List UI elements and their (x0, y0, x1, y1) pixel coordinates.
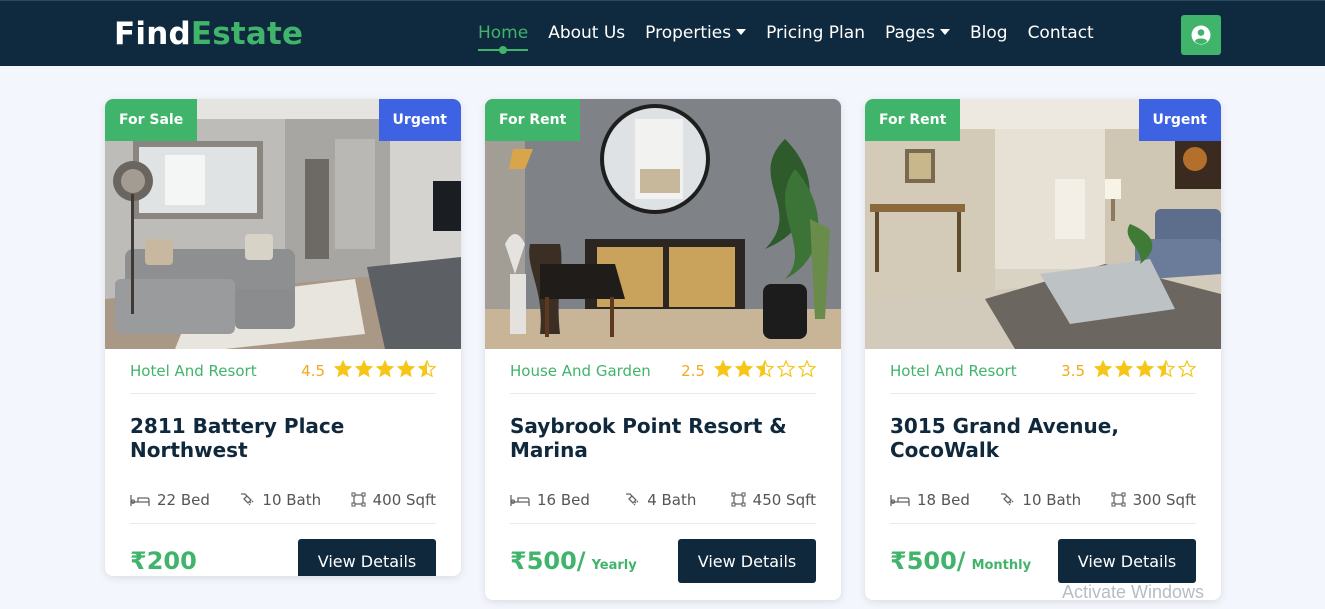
area-feature: 450 Sqft (731, 491, 816, 509)
nav-blog[interactable]: Blog (970, 23, 1008, 43)
star-rating-icons (711, 359, 817, 382)
bed-icon (130, 494, 150, 506)
status-badge: For Rent (865, 99, 961, 141)
area-icon (731, 492, 746, 507)
price: ₹200 (130, 547, 197, 575)
baths-feature: 10 Bath (999, 491, 1081, 509)
view-details-button[interactable]: View Details (1058, 539, 1196, 583)
caret-down-icon (736, 29, 747, 35)
half-star-icon (1156, 359, 1176, 378)
navbar: FindEstate Home About Us Properties Pric… (0, 0, 1325, 66)
empty-star-icon (1177, 359, 1197, 378)
area-icon (1111, 492, 1126, 507)
half-star-icon (417, 359, 437, 378)
area-icon (351, 492, 366, 507)
price: ₹500/Monthly (890, 547, 1032, 575)
empty-star-icon (776, 359, 796, 378)
empty-star-icon (797, 359, 817, 378)
brand-part1: Find (114, 16, 191, 52)
property-card: For Rent Urgent Hotel And Resort 3.5 301… (865, 99, 1221, 600)
full-star-icon (333, 359, 353, 378)
full-star-icon (734, 359, 754, 378)
full-star-icon (396, 359, 416, 378)
baths-feature: 10 Bath (239, 491, 321, 509)
nav-pages[interactable]: Pages (885, 23, 950, 43)
property-title[interactable]: 2811 Battery Place Northwest (130, 394, 436, 462)
shower-icon (1001, 492, 1014, 505)
nav-home[interactable]: Home (478, 23, 529, 54)
rating-value: 4.5 (301, 362, 325, 380)
nav-contact[interactable]: Contact (1028, 23, 1094, 43)
shower-icon (241, 492, 254, 505)
shower-icon (626, 492, 639, 505)
full-star-icon (713, 359, 733, 378)
price: ₹500/Yearly (510, 547, 637, 575)
star-rating-icons (331, 359, 437, 382)
beds-feature: 16 Bed (510, 491, 590, 509)
full-star-icon (375, 359, 395, 378)
beds-feature: 22 Bed (130, 491, 210, 509)
status-badge: For Rent (485, 99, 581, 141)
star-rating-icons (1091, 359, 1197, 382)
status-badge: For Sale (105, 99, 198, 141)
nav-about-us[interactable]: About Us (548, 23, 625, 43)
caret-down-icon (939, 29, 950, 35)
property-category[interactable]: House And Garden (510, 362, 651, 380)
brand-logo[interactable]: FindEstate (114, 16, 303, 52)
rating: 4.5 (301, 359, 437, 382)
brand-part2: Estate (190, 16, 304, 52)
nav-properties[interactable]: Properties (645, 23, 747, 43)
property-title[interactable]: Saybrook Point Resort & Marina (510, 394, 816, 462)
half-star-icon (755, 359, 775, 378)
active-indicator (478, 46, 529, 54)
property-card: For Sale Urgent Hotel And Resort 4.5 281… (105, 99, 461, 576)
user-account-button[interactable] (1181, 15, 1221, 55)
baths-feature: 4 Bath (624, 491, 696, 509)
user-circle-icon (1191, 25, 1211, 45)
property-title[interactable]: 3015 Grand Avenue, CocoWalk (890, 394, 1196, 462)
bed-icon (510, 494, 530, 506)
property-category[interactable]: Hotel And Resort (890, 362, 1017, 380)
rating-value: 2.5 (681, 362, 705, 380)
bed-icon (890, 494, 910, 506)
view-details-button[interactable]: View Details (678, 539, 816, 583)
area-feature: 300 Sqft (1111, 491, 1196, 509)
view-details-button[interactable]: View Details (298, 539, 436, 576)
rating: 2.5 (681, 359, 817, 382)
rating-value: 3.5 (1061, 362, 1085, 380)
full-star-icon (1093, 359, 1113, 378)
property-image-living-room[interactable]: For Sale Urgent (105, 99, 461, 349)
full-star-icon (1114, 359, 1134, 378)
area-feature: 400 Sqft (351, 491, 436, 509)
beds-feature: 18 Bed (890, 491, 970, 509)
property-image-hallway[interactable]: For Rent (485, 99, 841, 349)
property-card: For Rent House And Garden 2.5 Saybrook P… (485, 99, 841, 600)
urgent-badge: Urgent (378, 99, 461, 141)
urgent-badge: Urgent (1138, 99, 1221, 141)
full-star-icon (1135, 359, 1155, 378)
rating: 3.5 (1061, 359, 1197, 382)
nav-pricing-plan[interactable]: Pricing Plan (766, 23, 865, 43)
activate-windows-watermark: Activate Windows (1062, 582, 1205, 602)
property-image-lounge[interactable]: For Rent Urgent (865, 99, 1221, 349)
full-star-icon (354, 359, 374, 378)
main-menu: Home About Us Properties Pricing Plan Pa… (478, 23, 1114, 54)
property-category[interactable]: Hotel And Resort (130, 362, 257, 380)
